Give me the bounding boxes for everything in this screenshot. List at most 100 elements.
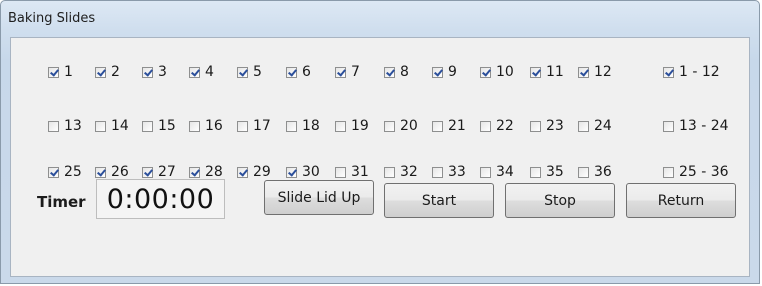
slide-checkbox[interactable]: 36 (578, 163, 612, 181)
slide-checkbox[interactable]: 18 (286, 117, 320, 135)
checkbox-unchecked-icon[interactable] (95, 120, 106, 132)
slide-checkbox[interactable]: 25 (48, 163, 82, 181)
slide-checkbox[interactable]: 23 (530, 117, 564, 135)
checkbox-unchecked-icon[interactable] (384, 120, 395, 132)
group-checkbox[interactable]: 1 - 12 (663, 63, 720, 81)
checkbox-checked-icon[interactable] (48, 166, 59, 178)
slide-checkbox-label: 5 (253, 64, 262, 80)
checkbox-checked-icon[interactable] (95, 166, 106, 178)
timer-label: Timer (37, 193, 86, 211)
slide-checkbox[interactable]: 1 (48, 63, 73, 81)
checkbox-unchecked-icon[interactable] (480, 120, 491, 132)
baking-slides-window: Baking Slides (0, 0, 760, 284)
slide-checkbox[interactable]: 33 (432, 163, 466, 181)
checkbox-unchecked-icon[interactable] (189, 120, 200, 132)
return-button[interactable]: Return (626, 183, 736, 218)
checkbox-checked-icon[interactable] (384, 66, 395, 78)
checkbox-unchecked-icon[interactable] (480, 166, 491, 178)
slide-checkbox-label: 1 (64, 64, 73, 80)
slide-checkbox[interactable]: 4 (189, 63, 214, 81)
slide-lid-up-button[interactable]: Slide Lid Up (264, 180, 374, 215)
checkbox-checked-icon[interactable] (142, 66, 153, 78)
slide-checkbox[interactable]: 9 (432, 63, 457, 81)
slide-checkbox[interactable]: 7 (335, 63, 360, 81)
group-checkbox-label: 1 - 12 (679, 64, 720, 80)
checkbox-checked-icon[interactable] (432, 66, 443, 78)
slide-checkbox[interactable]: 20 (384, 117, 418, 135)
slide-checkbox[interactable]: 34 (480, 163, 514, 181)
checkbox-checked-icon[interactable] (189, 66, 200, 78)
slide-checkbox[interactable]: 16 (189, 117, 223, 135)
checkbox-checked-icon[interactable] (578, 66, 589, 78)
slide-checkbox[interactable]: 14 (95, 117, 129, 135)
window-title: Baking Slides (8, 11, 96, 26)
checkbox-unchecked-icon[interactable] (578, 166, 589, 178)
slide-checkbox[interactable]: 19 (335, 117, 369, 135)
slide-checkbox-label: 16 (205, 118, 223, 134)
checkbox-checked-icon[interactable] (480, 66, 491, 78)
checkbox-unchecked-icon[interactable] (142, 120, 153, 132)
slide-checkbox[interactable]: 35 (530, 163, 564, 181)
checkbox-checked-icon[interactable] (142, 166, 153, 178)
slide-checkbox[interactable]: 10 (480, 63, 514, 81)
checkbox-checked-icon[interactable] (286, 166, 297, 178)
start-button[interactable]: Start (384, 183, 494, 218)
slide-checkbox[interactable]: 2 (95, 63, 120, 81)
slide-checkbox[interactable]: 5 (237, 63, 262, 81)
checkbox-unchecked-icon[interactable] (432, 166, 443, 178)
checkbox-checked-icon[interactable] (237, 66, 248, 78)
slide-checkbox-label: 18 (302, 118, 320, 134)
checkbox-unchecked-icon[interactable] (578, 120, 589, 132)
slide-checkbox[interactable]: 17 (237, 117, 271, 135)
slide-checkbox-label: 9 (448, 64, 457, 80)
checkbox-checked-icon[interactable] (48, 66, 59, 78)
slide-checkbox[interactable]: 29 (237, 163, 271, 181)
slide-checkbox-label: 35 (546, 164, 564, 180)
slide-checkbox-label: 7 (351, 64, 360, 80)
slide-checkbox[interactable]: 24 (578, 117, 612, 135)
group-checkbox[interactable]: 13 - 24 (663, 117, 729, 135)
slide-checkbox[interactable]: 12 (578, 63, 612, 81)
slide-checkbox[interactable]: 30 (286, 163, 320, 181)
checkbox-unchecked-icon[interactable] (530, 120, 541, 132)
slide-checkbox[interactable]: 6 (286, 63, 311, 81)
slide-checkbox-label: 11 (546, 64, 564, 80)
slide-checkbox-label: 20 (400, 118, 418, 134)
slide-checkbox[interactable]: 13 (48, 117, 82, 135)
slide-checkbox[interactable]: 3 (142, 63, 167, 81)
checkbox-unchecked-icon[interactable] (530, 166, 541, 178)
checkbox-checked-icon[interactable] (335, 66, 346, 78)
checkbox-unchecked-icon[interactable] (335, 166, 346, 178)
window-client-area (10, 37, 750, 277)
checkbox-checked-icon[interactable] (286, 66, 297, 78)
checkbox-unchecked-icon[interactable] (663, 166, 674, 178)
slide-checkbox-label: 21 (448, 118, 466, 134)
slide-checkbox-label: 23 (546, 118, 564, 134)
checkbox-unchecked-icon[interactable] (384, 166, 395, 178)
slide-checkbox[interactable]: 32 (384, 163, 418, 181)
slide-checkbox[interactable]: 22 (480, 117, 514, 135)
checkbox-unchecked-icon[interactable] (48, 120, 59, 132)
checkbox-unchecked-icon[interactable] (286, 120, 297, 132)
slide-checkbox[interactable]: 21 (432, 117, 466, 135)
checkbox-unchecked-icon[interactable] (663, 120, 674, 132)
slide-checkbox-label: 30 (302, 164, 320, 180)
checkbox-checked-icon[interactable] (530, 66, 541, 78)
checkbox-checked-icon[interactable] (189, 166, 200, 178)
slide-checkbox-label: 14 (111, 118, 129, 134)
checkbox-checked-icon[interactable] (237, 166, 248, 178)
checkbox-unchecked-icon[interactable] (237, 120, 248, 132)
slide-checkbox[interactable]: 15 (142, 117, 176, 135)
checkbox-checked-icon[interactable] (663, 66, 674, 78)
group-checkbox[interactable]: 25 - 36 (663, 163, 729, 181)
stop-button[interactable]: Stop (505, 183, 615, 218)
checkbox-unchecked-icon[interactable] (335, 120, 346, 132)
checkbox-unchecked-icon[interactable] (432, 120, 443, 132)
slide-checkbox-label: 4 (205, 64, 214, 80)
slide-checkbox-label: 25 (64, 164, 82, 180)
checkbox-checked-icon[interactable] (95, 66, 106, 78)
slide-checkbox[interactable]: 8 (384, 63, 409, 81)
slide-checkbox[interactable]: 11 (530, 63, 564, 81)
slide-checkbox-label: 27 (158, 164, 176, 180)
slide-checkbox[interactable]: 31 (335, 163, 369, 181)
